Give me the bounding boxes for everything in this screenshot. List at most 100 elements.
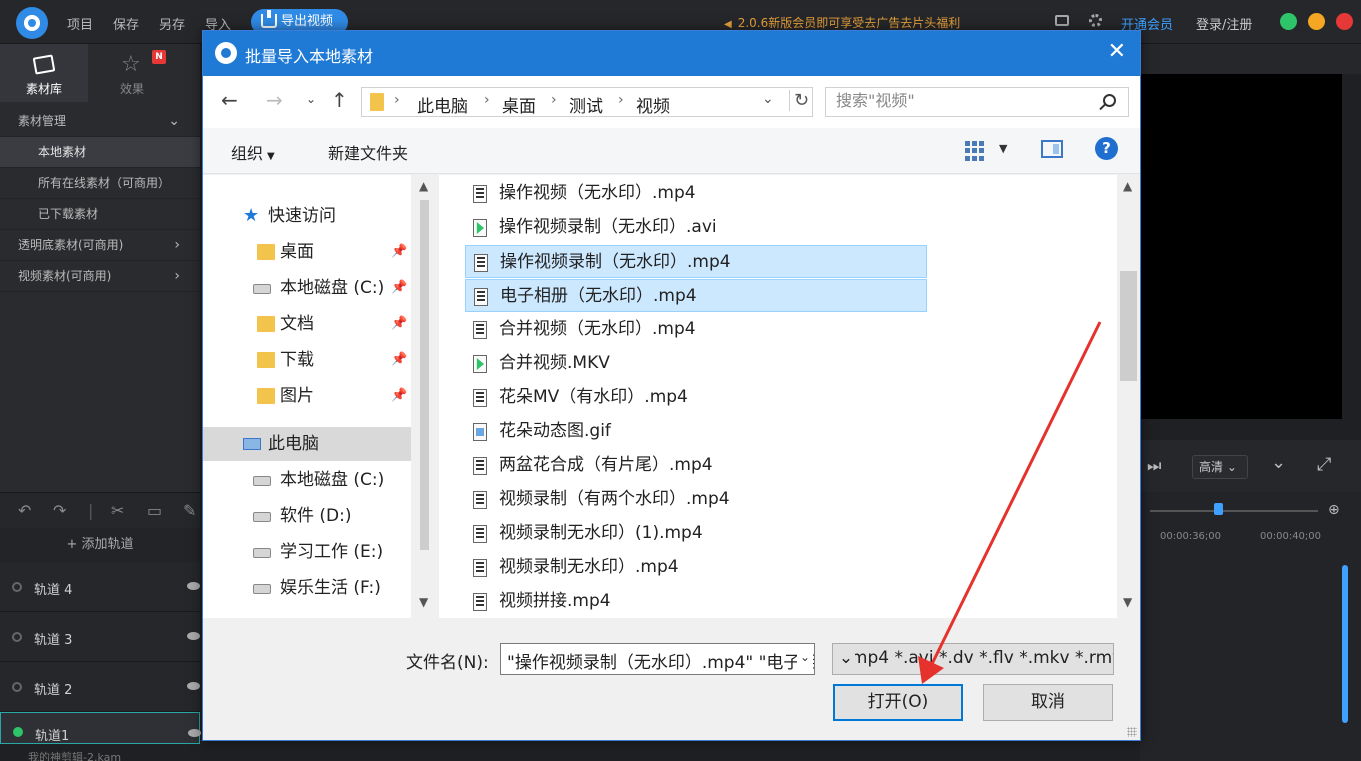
file-item-selected[interactable]: 操作视频录制（无水印）.mp4: [465, 245, 927, 278]
menu-save[interactable]: 保存: [113, 14, 139, 33]
breadcrumb-test[interactable]: 测试: [569, 92, 603, 117]
preview-pane-icon[interactable]: [1041, 140, 1063, 158]
pin-icon[interactable]: 📌: [391, 379, 407, 413]
scroll-up-icon[interactable]: ▲: [419, 179, 428, 193]
quality-select[interactable]: 高清 ⌄: [1192, 455, 1248, 479]
search-icon[interactable]: [1103, 94, 1116, 107]
chevron-down-icon[interactable]: ⌄: [762, 91, 774, 107]
nav-item-desktop[interactable]: 桌面 📌: [203, 235, 411, 269]
skip-next-icon[interactable]: ⏭: [1147, 456, 1161, 476]
view-options-icon[interactable]: [965, 141, 985, 161]
maximize-button[interactable]: [1280, 13, 1297, 30]
login-link[interactable]: 登录/注册: [1196, 14, 1252, 33]
file-item[interactable]: 视频拼接.mp4: [465, 585, 927, 618]
up-arrow-icon[interactable]: ↑: [331, 88, 348, 112]
pin-icon[interactable]: 📌: [391, 271, 407, 305]
open-button[interactable]: 打开(O): [833, 684, 963, 721]
gear-icon[interactable]: [1089, 14, 1102, 27]
file-type-select[interactable]: *.mp4 *.avi *.dv *.flv *.mkv *.rmvb ⌄: [832, 643, 1114, 675]
sidebar-item-downloaded[interactable]: 已下载素材: [0, 199, 200, 230]
minimize-button[interactable]: [1308, 13, 1325, 30]
collapse-icon[interactable]: ⌄: [1271, 452, 1286, 473]
file-list-scrollbar[interactable]: ▲ ▼: [1117, 175, 1140, 618]
breadcrumb-video[interactable]: 视频: [636, 92, 670, 117]
track-row-active[interactable]: 轨道1: [0, 712, 201, 744]
file-item[interactable]: 视频录制无水印）(1).mp4: [465, 517, 927, 550]
sidebar-item-video-assets[interactable]: 视频素材(可商用) ›: [0, 261, 200, 292]
pin-icon[interactable]: 📌: [391, 307, 407, 341]
nav-item-pictures[interactable]: 图片 📌: [203, 379, 411, 413]
nav-item-drive-f[interactable]: 娱乐生活 (F:): [203, 571, 411, 605]
pencil-icon[interactable]: ✎: [183, 501, 196, 520]
eye-icon[interactable]: [188, 729, 201, 737]
nav-item-drive-e[interactable]: 学习工作 (E:): [203, 535, 411, 569]
nav-item-local-disk-c[interactable]: 本地磁盘 (C:): [203, 463, 411, 497]
file-item[interactable]: 视频录制（有两个水印）.mp4: [465, 483, 927, 516]
scroll-down-icon[interactable]: ▼: [419, 595, 428, 609]
nav-pane-scrollbar[interactable]: ▲ ▼: [411, 175, 438, 618]
file-item[interactable]: 视频录制无水印）.mp4: [465, 551, 927, 584]
search-input[interactable]: [836, 91, 1086, 110]
eye-icon[interactable]: [187, 682, 200, 690]
zoom-in-icon[interactable]: ⊕: [1328, 502, 1340, 518]
nav-item-drive-d[interactable]: 软件 (D:): [203, 499, 411, 533]
track-row[interactable]: 轨道 4: [0, 562, 200, 612]
organize-button[interactable]: 组织 ▼: [231, 140, 275, 164]
refresh-icon[interactable]: ↻: [789, 90, 809, 111]
scroll-down-icon[interactable]: ▼: [1123, 595, 1132, 609]
fullscreen-icon[interactable]: ⤢: [1317, 454, 1331, 475]
menu-save-as[interactable]: 另存: [159, 14, 185, 33]
scrollbar-thumb[interactable]: [1120, 271, 1137, 381]
add-track-button[interactable]: + 添加轨道: [0, 528, 200, 562]
menu-project[interactable]: 项目: [67, 14, 93, 33]
track-row[interactable]: 轨道 2: [0, 662, 200, 712]
track-row[interactable]: 轨道 3: [0, 612, 200, 662]
nav-item-documents[interactable]: 文档 📌: [203, 307, 411, 341]
nav-item-local-disk-c[interactable]: 本地磁盘 (C:) 📌: [203, 271, 411, 305]
back-arrow-icon[interactable]: ←: [221, 88, 238, 112]
promo-notice[interactable]: 2.0.6新版会员即可享受去广告去片头福利: [724, 14, 961, 31]
file-item[interactable]: 花朵动态图.gif: [465, 415, 927, 448]
eye-icon[interactable]: [187, 582, 200, 590]
nav-item-this-pc[interactable]: 此电脑: [203, 427, 411, 461]
file-item[interactable]: 花朵MV（有水印）.mp4: [465, 381, 927, 414]
nav-item-quick-access[interactable]: ★ 快速访问: [203, 199, 411, 233]
trash-icon[interactable]: ▭: [147, 501, 162, 520]
breadcrumb-desktop[interactable]: 桌面: [502, 92, 536, 117]
help-icon[interactable]: ?: [1095, 137, 1118, 160]
message-icon[interactable]: [1055, 15, 1069, 26]
file-item[interactable]: 合并视频（无水印）.mp4: [465, 313, 927, 346]
sidebar-item-online-assets[interactable]: 所有在线素材（可商用）: [0, 168, 200, 199]
redo-icon[interactable]: ↷: [53, 501, 66, 520]
filename-input[interactable]: "操作视频录制（无水印）.mp4" "电子相册（无水印）.mp4": [500, 643, 815, 675]
cancel-button[interactable]: 取消: [983, 684, 1113, 721]
dialog-close-button[interactable]: ✕: [1108, 41, 1126, 63]
video-preview[interactable]: [1140, 74, 1342, 419]
scrollbar-thumb[interactable]: [420, 200, 429, 550]
scroll-up-icon[interactable]: ▲: [1123, 179, 1132, 193]
file-item[interactable]: 两盆花合成（有片尾）.mp4: [465, 449, 927, 482]
file-item-selected[interactable]: 电子相册（无水印）.mp4: [465, 279, 927, 312]
recent-locations-icon[interactable]: ⌄: [306, 92, 316, 106]
pin-icon[interactable]: 📌: [391, 235, 407, 269]
timeline-scrollbar[interactable]: [1342, 565, 1348, 723]
close-app-button[interactable]: [1336, 13, 1353, 30]
forward-arrow-icon[interactable]: →: [266, 88, 283, 112]
nav-item-downloads[interactable]: 下载 📌: [203, 343, 411, 377]
resize-grip[interactable]: [1127, 727, 1137, 737]
filename-history-dropdown[interactable]: ⌄: [797, 650, 813, 670]
file-item[interactable]: 合并视频.MKV: [465, 347, 927, 380]
sidebar-item-transparent-assets[interactable]: 透明底素材(可商用) ›: [0, 230, 200, 261]
eye-icon[interactable]: [187, 632, 200, 640]
undo-icon[interactable]: ↶: [18, 501, 31, 520]
caret-down-icon[interactable]: ▼: [999, 142, 1007, 155]
file-item[interactable]: 操作视频（无水印）.mp4: [465, 177, 927, 210]
sidebar-item-local-assets[interactable]: 本地素材: [0, 137, 200, 168]
address-bar[interactable]: › 此电脑 › 桌面 › 测试 › 视频 ⌄ ↻: [361, 87, 813, 117]
pin-icon[interactable]: 📌: [391, 343, 407, 377]
file-item[interactable]: 操作视频录制（无水印）.avi: [465, 211, 927, 244]
scissors-icon[interactable]: ✂: [111, 501, 124, 520]
breadcrumb-this-pc[interactable]: 此电脑: [417, 92, 468, 117]
search-box[interactable]: [825, 87, 1129, 117]
new-folder-button[interactable]: 新建文件夹: [328, 140, 408, 164]
